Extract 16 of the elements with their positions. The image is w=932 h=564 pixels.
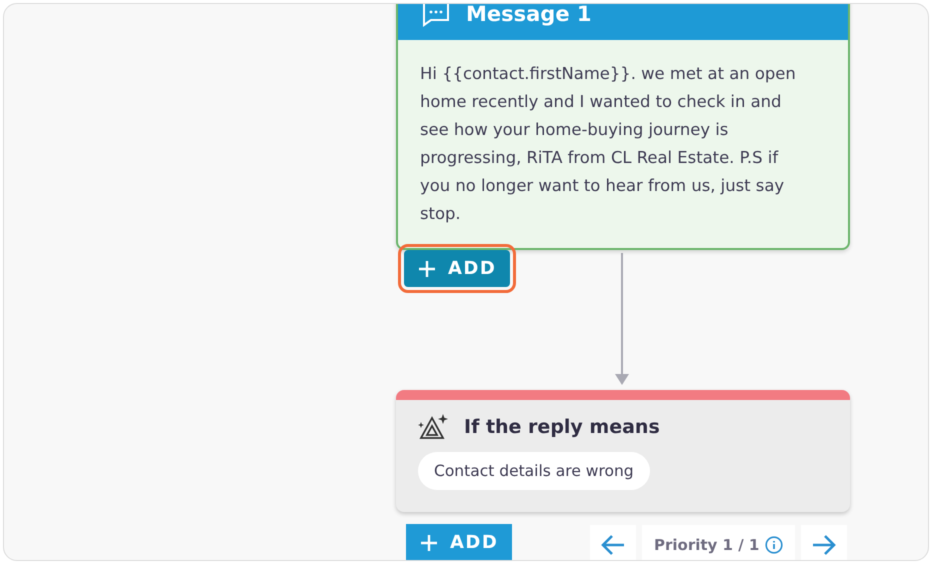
next-arrow-button[interactable] <box>801 525 848 560</box>
previous-arrow-button[interactable] <box>590 525 636 560</box>
message-text: Hi {{contact.firstName}}. we met at an open home recently and I wanted to check in and see how your home-buying journey is progressing, RiTA from CL Real Estate. P.S if you no longer want to hear from us, just say stop. <box>419 63 797 225</box>
message-card[interactable] <box>396 4 850 250</box>
priority-label: Priority 1 / 1 <box>654 536 760 554</box>
plus-icon <box>420 534 438 552</box>
card-title: Message 1 <box>466 4 592 26</box>
left-arrow-icon <box>600 534 626 556</box>
plus-icon <box>418 260 436 278</box>
intent-chip[interactable]: Contact details are wrong <box>418 452 650 490</box>
condition-card[interactable]: If the reply means Contact details are wrong <box>396 390 850 512</box>
info-icon[interactable] <box>765 536 784 554</box>
right-arrow-icon <box>811 534 838 556</box>
add-button[interactable]: ADD <box>404 250 510 287</box>
sparkle-triangle-icon <box>418 414 450 440</box>
condition-title: If the reply means <box>464 416 660 438</box>
